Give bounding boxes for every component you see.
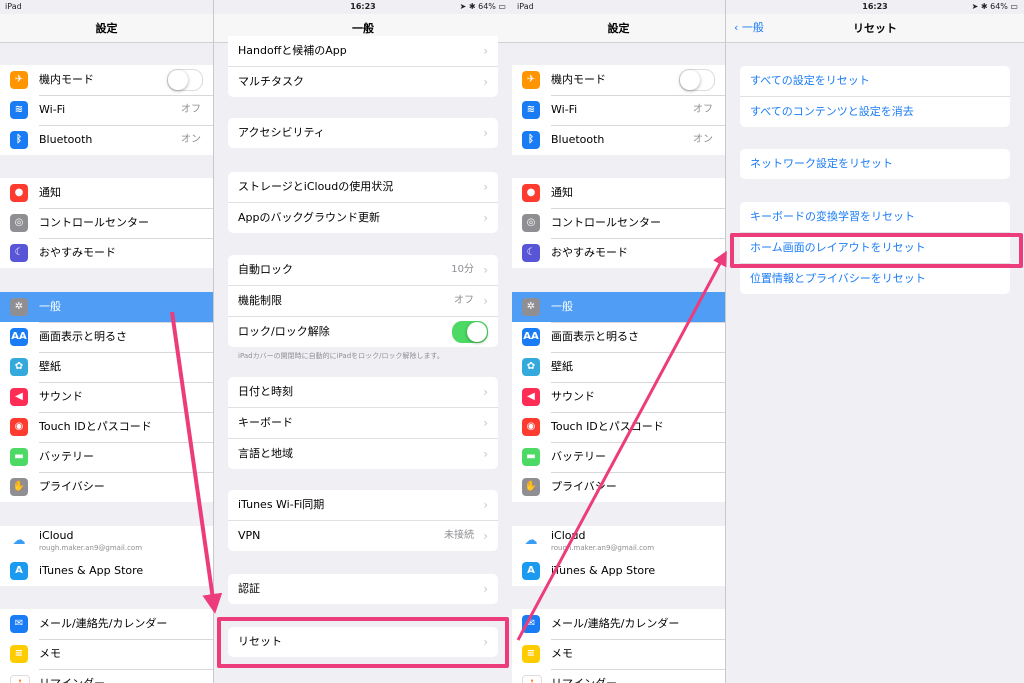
arrow-to-reset xyxy=(170,311,223,614)
arrow-to-home-layout xyxy=(516,250,727,641)
annotation-arrows xyxy=(170,250,727,641)
